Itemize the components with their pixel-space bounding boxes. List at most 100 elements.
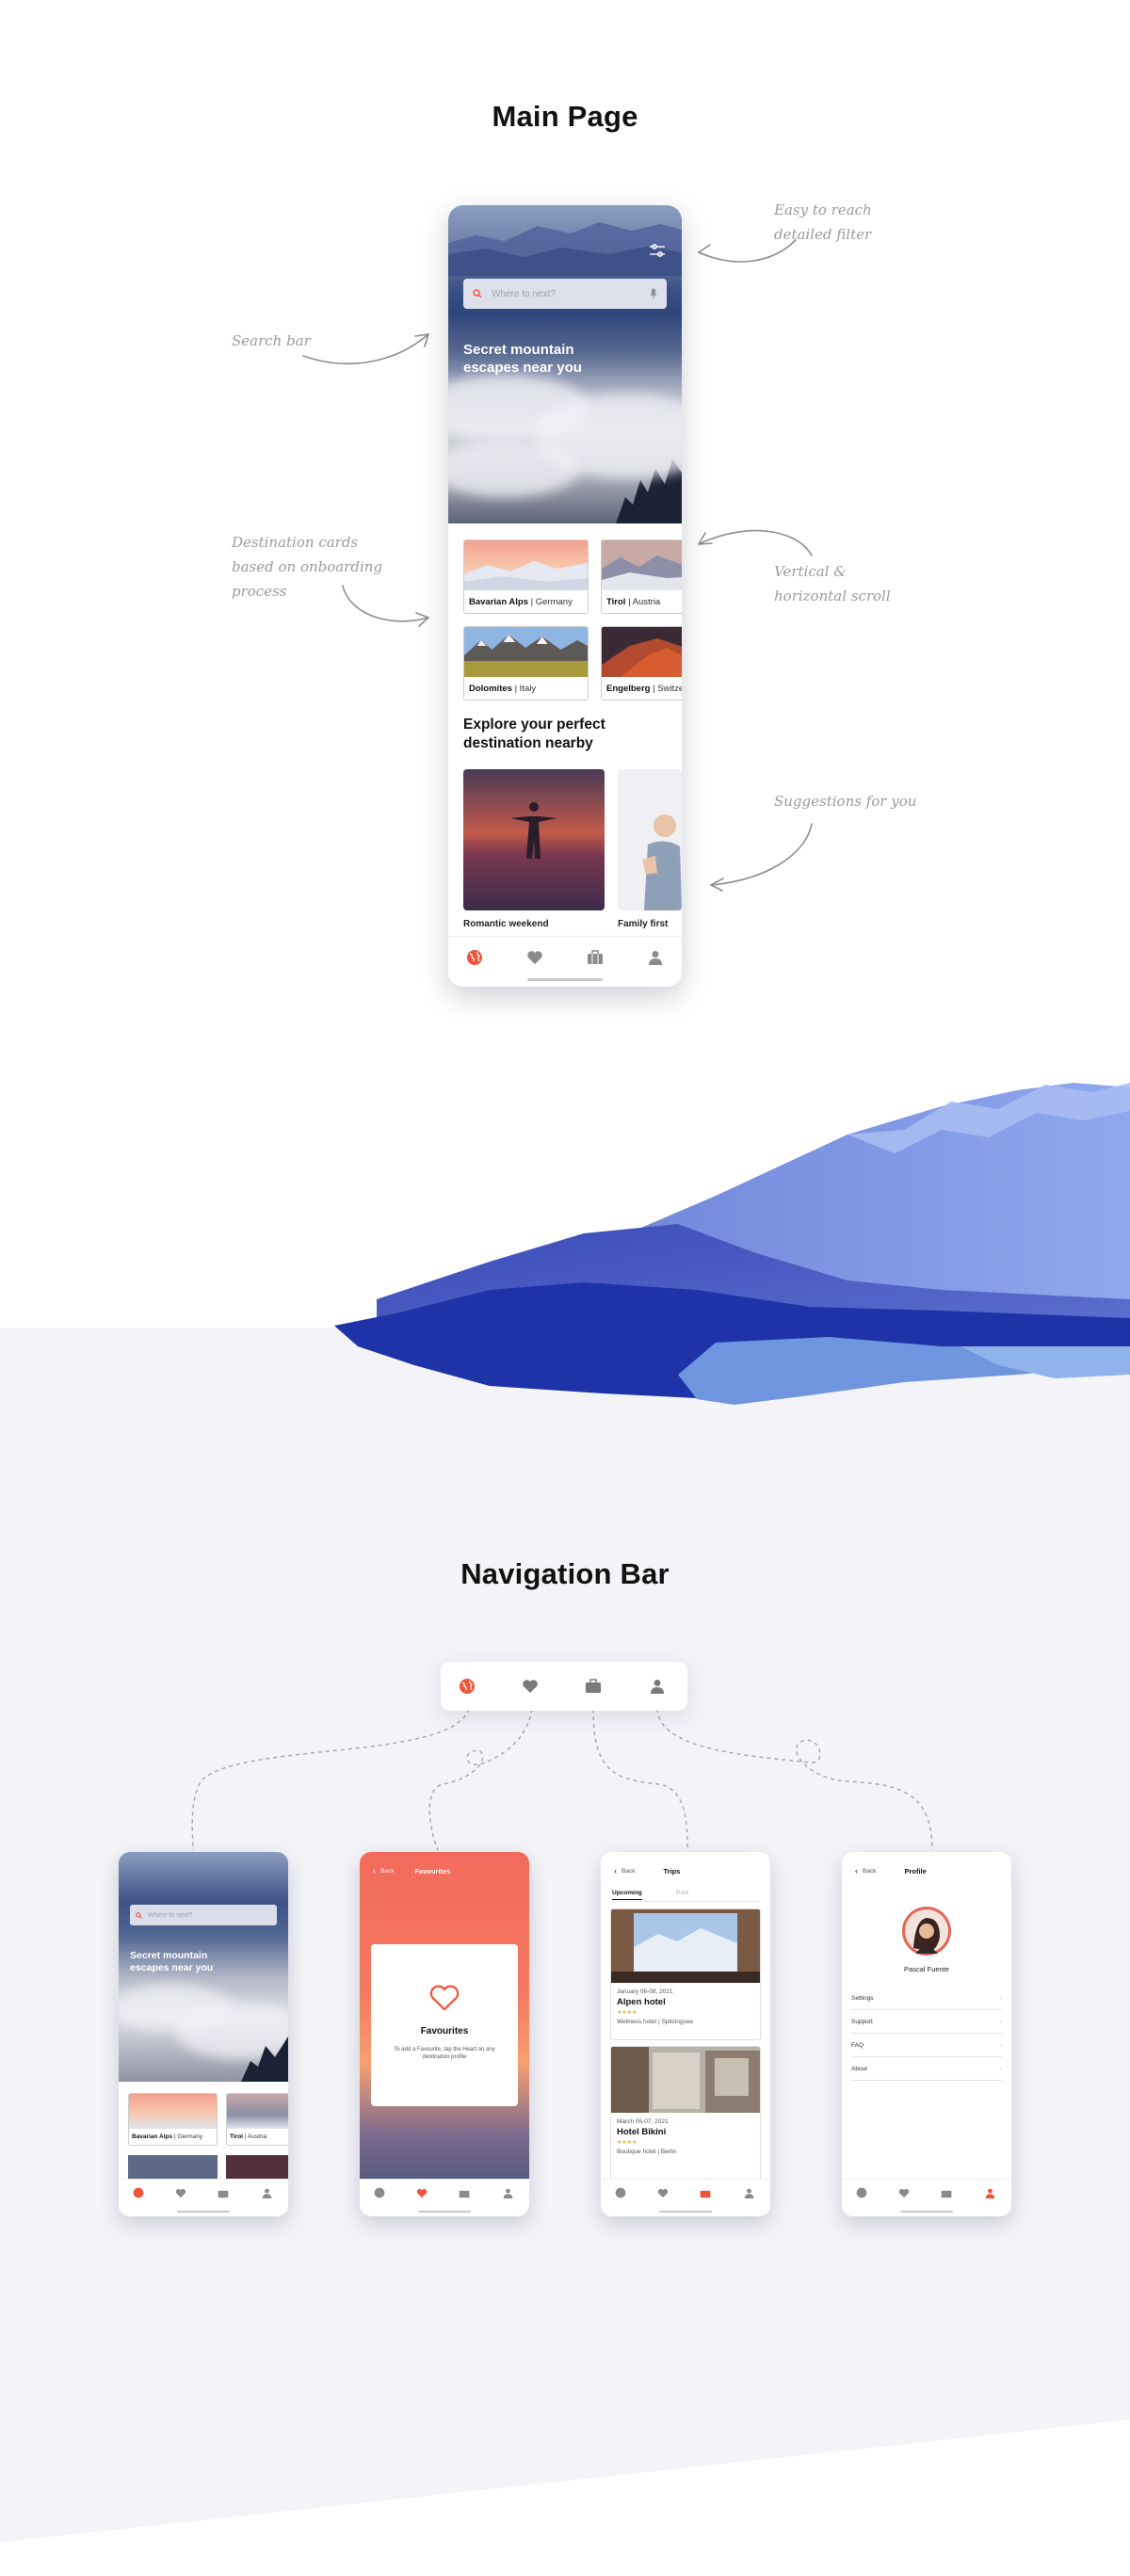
heart-icon[interactable] <box>656 2186 670 2199</box>
suggestion-card[interactable] <box>463 769 605 910</box>
briefcase-icon[interactable] <box>940 2186 953 2199</box>
suggestion-image <box>618 769 682 910</box>
menu-item-about[interactable]: About › <box>851 2057 1002 2081</box>
search-icon <box>136 1911 142 1919</box>
heart-icon[interactable] <box>174 2186 187 2199</box>
annotation-line: Vertical & <box>774 563 847 580</box>
profile-screen-phone: ‹ Back Profile Pascal Fuente Settings › S… <box>842 1852 1011 2216</box>
suggestion-label: Family first <box>618 919 669 929</box>
main-page-title: Main Page <box>492 100 638 133</box>
microphone-icon[interactable] <box>650 288 657 299</box>
annotation-line: process <box>232 583 287 600</box>
menu-item-support[interactable]: Support › <box>851 2010 1002 2034</box>
destination-card[interactable]: Engelberg | Switzer <box>601 626 682 700</box>
briefcase-icon[interactable] <box>584 1677 603 1696</box>
heart-icon[interactable] <box>521 1677 540 1696</box>
person-icon[interactable] <box>983 2186 996 2199</box>
destination-card[interactable]: Tirol | Austria <box>226 2093 288 2146</box>
avatar <box>902 1907 951 1956</box>
arrow-search <box>302 333 429 365</box>
chevron-right-icon: › <box>999 1994 1002 2002</box>
briefcase-icon[interactable] <box>458 2186 471 2199</box>
destination-name: Tirol <box>606 597 626 607</box>
destination-name: Dolomites <box>469 684 512 694</box>
header: ‹ Back Trips <box>601 1852 770 1890</box>
heart-icon[interactable] <box>525 948 544 967</box>
back-button[interactable]: Back <box>863 1868 876 1875</box>
briefcase-icon[interactable] <box>217 2186 230 2199</box>
search-input[interactable]: Where to next? <box>148 1912 271 1919</box>
trips-screen-phone: ‹ Back Trips Upcoming Past January 06-08… <box>601 1852 770 2216</box>
destination-card[interactable]: Bavarian Alps | Germany <box>128 2093 218 2146</box>
person-icon[interactable] <box>260 2186 273 2199</box>
menu-item-settings[interactable]: Settings › <box>851 1987 1002 2010</box>
favourites-screen-phone: ‹ Back Favourites Favourites To add a Fa… <box>360 1852 529 2216</box>
hero-image: Where to next? Secret mountain escapes n… <box>448 205 682 523</box>
destination-caption: Bavarian Alps | Germany <box>132 2133 202 2140</box>
globe-icon[interactable] <box>465 948 484 967</box>
globe-icon[interactable] <box>132 2186 145 2199</box>
suggestion-card[interactable] <box>618 769 682 910</box>
navigation-bar-widget <box>441 1662 687 1711</box>
destination-country: | Germany <box>530 597 573 607</box>
destination-card[interactable]: Dolomites | Italy <box>463 626 589 700</box>
trip-name: Hotel Bikini <box>617 2127 667 2137</box>
destination-caption: Tirol | Austria <box>606 597 660 607</box>
destination-country: | Austria <box>244 2133 267 2140</box>
back-icon[interactable]: ‹ <box>373 1866 376 1876</box>
trip-stars: ★★★★ <box>617 2010 638 2016</box>
screen-title: Favourites <box>414 1866 451 1876</box>
destination-image <box>227 2094 288 2129</box>
globe-icon[interactable] <box>458 1677 476 1696</box>
globe-icon[interactable] <box>373 2186 386 2199</box>
chevron-right-icon: › <box>999 2018 1002 2025</box>
empty-state-text: To add a Favourite, tap the Heart on any… <box>394 2047 495 2060</box>
briefcase-icon[interactable] <box>699 2186 712 2199</box>
filter-icon[interactable] <box>648 241 667 260</box>
menu-item-faq[interactable]: FAQ › <box>851 2034 1002 2057</box>
back-icon[interactable]: ‹ <box>855 1866 858 1876</box>
globe-icon[interactable] <box>614 2186 627 2199</box>
trip-card[interactable]: January 06-08, 2021 Alpen hotel ★★★★ Wel… <box>610 1908 761 2040</box>
search-bar[interactable]: Where to next? <box>463 279 667 309</box>
annotation-search: Search bar <box>232 329 311 353</box>
person-icon[interactable] <box>742 2186 755 2199</box>
bottom-navigation <box>119 2179 288 2216</box>
heart-icon[interactable] <box>897 2186 911 2199</box>
tab-upcoming[interactable]: Upcoming <box>612 1890 642 1900</box>
hero-text: Secret mountain escapes near you <box>463 342 582 376</box>
heart-icon[interactable] <box>415 2186 428 2199</box>
person-icon[interactable] <box>501 2186 514 2199</box>
annotation-line: Easy to reach <box>774 201 872 218</box>
back-icon[interactable]: ‹ <box>614 1866 617 1876</box>
empty-state-card: Favourites To add a Favourite, tap the H… <box>371 1944 518 2106</box>
home-indicator <box>527 978 603 981</box>
back-button[interactable]: Back <box>622 1868 635 1875</box>
destination-image <box>602 627 682 677</box>
tab-past[interactable]: Past <box>676 1890 688 1896</box>
menu-item-label: FAQ <box>851 2041 864 2049</box>
person-icon[interactable] <box>646 948 665 967</box>
briefcase-icon[interactable] <box>586 948 605 967</box>
destination-image <box>464 627 588 677</box>
destination-card[interactable]: Bavarian Alps | Germany <box>463 539 589 614</box>
trip-card[interactable]: March 05-07, 2021 Hotel Bikini ★★★★ Bout… <box>610 2046 761 2187</box>
header: ‹ Back Profile <box>842 1852 1011 1890</box>
back-button[interactable]: Back <box>380 1868 394 1875</box>
destination-card[interactable]: Tirol | Austria <box>601 539 682 614</box>
trip-date: March 05-07, 2021 <box>617 2118 669 2125</box>
search-input[interactable]: Where to next? <box>492 289 640 299</box>
search-icon <box>473 289 482 298</box>
search-bar[interactable]: Where to next? <box>130 1905 277 1925</box>
menu-item-label: About <box>851 2065 867 2072</box>
navigation-connectors <box>191 1708 933 1851</box>
globe-icon[interactable] <box>855 2186 868 2199</box>
annotation-line: detailed filter <box>774 226 872 243</box>
suggestion-image <box>463 769 605 910</box>
menu-item-label: Settings <box>851 1994 874 2002</box>
screen-title: Profile <box>904 1866 927 1876</box>
navigation-bar-title: Navigation Bar <box>460 1557 670 1590</box>
person-icon[interactable] <box>648 1677 667 1696</box>
chevron-right-icon: › <box>999 2041 1002 2049</box>
home-indicator <box>900 2211 953 2213</box>
